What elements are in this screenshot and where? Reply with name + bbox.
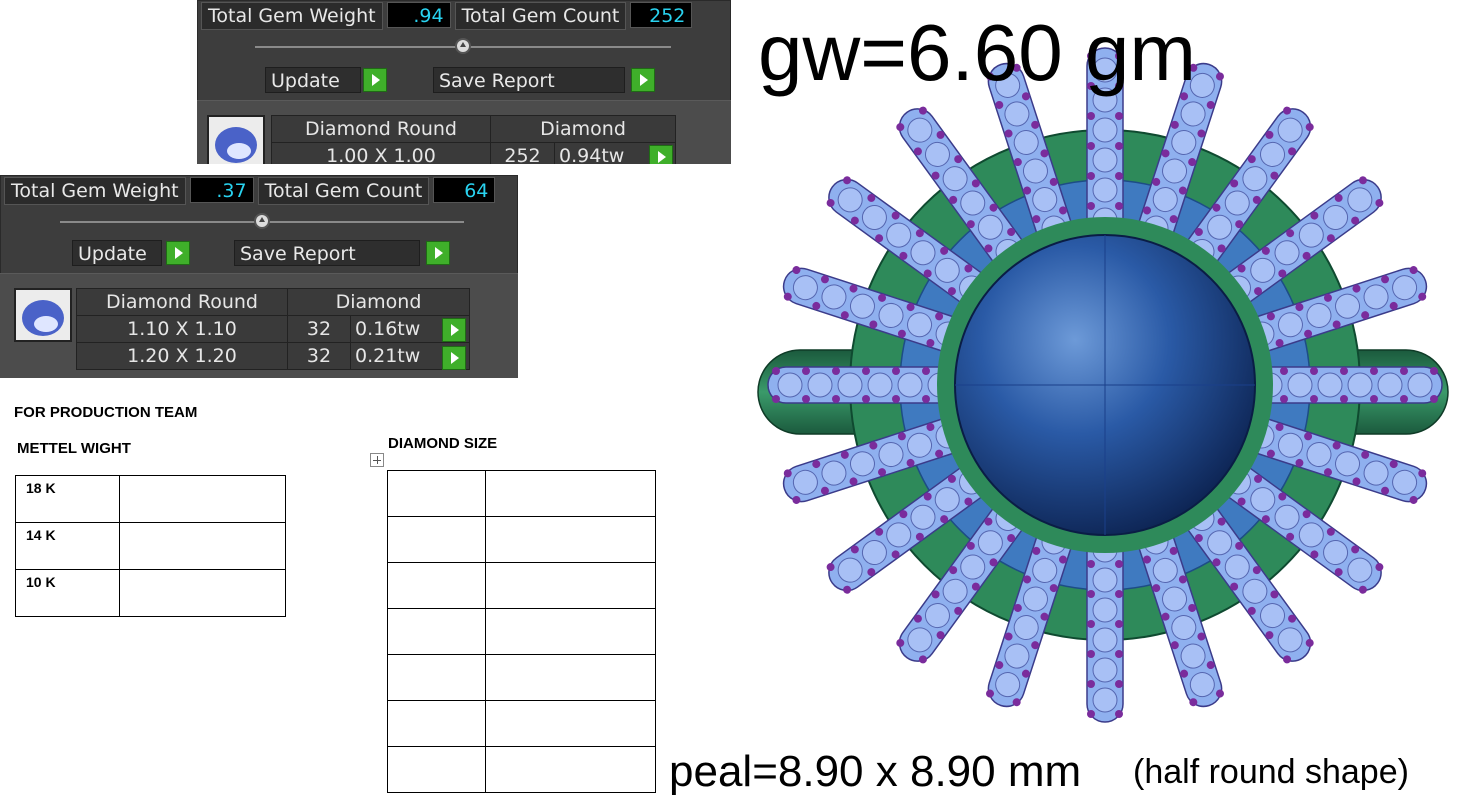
total-gem-weight-value[interactable]: .94	[386, 2, 451, 28]
stats-row: Total Gem Weight .37 Total Gem Count 64	[4, 177, 496, 205]
gem-list-area: Diamond Round Diamond 1.10 X 1.10 32 0.1…	[0, 273, 518, 378]
gem-list-area: Diamond Round Diamond 1.00 X 1.00 252 0.…	[197, 100, 731, 164]
gem-report-panel-top: Total Gem Weight .94 Total Gem Count 252…	[197, 0, 731, 164]
total-gem-weight-value[interactable]: .37	[189, 177, 254, 203]
table-cell[interactable]	[485, 654, 656, 701]
table-row	[387, 654, 656, 701]
gem-table: Diamond Round Diamond 1.10 X 1.10 32 0.1…	[76, 288, 470, 370]
gem-size-cell: 1.10 X 1.10	[76, 315, 288, 343]
gem-table: Diamond Round Diamond 1.00 X 1.00 252 0.…	[271, 115, 676, 164]
table-move-handle-icon[interactable]	[370, 453, 384, 467]
slider-handle[interactable]	[254, 213, 270, 229]
gem-material-header: Diamond	[490, 115, 676, 143]
metal-weight-table: 18 K 14 K 10 K	[15, 475, 286, 617]
diamond-size-table	[387, 470, 656, 793]
table-row	[387, 746, 656, 793]
round-gem-icon	[215, 127, 257, 163]
round-gem-icon	[22, 300, 64, 336]
table-row	[387, 700, 656, 747]
gem-report-panel-bottom: Total Gem Weight .37 Total Gem Count 64 …	[0, 175, 518, 378]
gem-count-cell: 32	[287, 315, 351, 343]
save-report-button[interactable]: Save Report	[433, 67, 625, 93]
table-cell[interactable]	[485, 608, 656, 655]
table-cell[interactable]	[387, 700, 486, 747]
table-row: 14 K	[15, 522, 286, 570]
pearl-size-note: peal=8.90 x 8.90 mm	[669, 747, 1082, 796]
table-cell[interactable]	[387, 654, 486, 701]
metal-karat-cell: 18 K	[15, 475, 120, 523]
total-gem-weight-label: Total Gem Weight	[4, 177, 186, 205]
metal-karat-cell: 10 K	[15, 569, 120, 617]
total-gem-weight-label: Total Gem Weight	[201, 2, 383, 30]
metal-weight-heading: METTEL WIGHT	[17, 440, 131, 457]
total-gem-count-value[interactable]: 252	[630, 2, 693, 28]
table-cell[interactable]	[485, 746, 656, 793]
total-gem-count-label: Total Gem Count	[454, 2, 627, 30]
table-row	[387, 470, 656, 517]
total-gem-count-label: Total Gem Count	[257, 177, 430, 205]
update-button[interactable]: Update	[265, 67, 361, 93]
diamond-spoke	[1086, 531, 1124, 723]
table-row	[387, 516, 656, 563]
metal-weight-cell[interactable]	[119, 569, 286, 617]
diamond-spoke	[1251, 366, 1443, 404]
gem-size-cell: 1.20 X 1.20	[76, 342, 288, 370]
table-row	[387, 608, 656, 655]
gem-count-cell: 252	[489, 142, 556, 164]
save-report-go-icon[interactable]	[631, 68, 655, 92]
stats-row: Total Gem Weight .94 Total Gem Count 252	[201, 2, 693, 30]
update-button[interactable]: Update	[72, 240, 162, 266]
shape-note: (half round shape)	[1133, 753, 1409, 791]
table-cell[interactable]	[387, 746, 486, 793]
gem-thumbnail[interactable]	[14, 288, 72, 342]
table-row: 10 K	[15, 569, 286, 617]
save-report-button[interactable]: Save Report	[234, 240, 420, 266]
update-go-icon[interactable]	[166, 241, 190, 265]
total-gem-count-value[interactable]: 64	[433, 177, 496, 203]
update-go-icon[interactable]	[363, 68, 387, 92]
ring-render-image	[757, 47, 1449, 723]
table-cell[interactable]	[387, 608, 486, 655]
row-go-icon[interactable]	[649, 145, 673, 164]
gem-count-cell: 32	[287, 342, 351, 370]
table-row[interactable]: 1.20 X 1.20 32 0.21tw	[76, 342, 470, 370]
table-cell[interactable]	[485, 470, 656, 517]
gross-weight-note: gw=6.60 gm	[758, 8, 1197, 97]
save-report-go-icon[interactable]	[426, 241, 450, 265]
table-row	[387, 562, 656, 609]
gem-weight-text: 0.94tw	[559, 145, 625, 164]
gem-type-header: Diamond Round	[271, 115, 491, 143]
row-go-icon[interactable]	[442, 346, 466, 370]
metal-weight-cell[interactable]	[119, 522, 286, 570]
table-cell[interactable]	[485, 516, 656, 563]
table-cell[interactable]	[485, 562, 656, 609]
table-row[interactable]: 1.10 X 1.10 32 0.16tw	[76, 315, 470, 343]
gem-weight-text: 0.21tw	[355, 345, 421, 367]
slider-handle[interactable]	[455, 38, 471, 54]
gem-material-header: Diamond	[287, 288, 470, 316]
table-row: 18 K	[15, 475, 286, 523]
metal-weight-cell[interactable]	[119, 475, 286, 523]
diamond-spoke	[767, 366, 959, 404]
table-cell[interactable]	[485, 700, 656, 747]
gem-thumbnail[interactable]	[207, 115, 265, 164]
table-cell[interactable]	[387, 562, 486, 609]
row-go-icon[interactable]	[442, 318, 466, 342]
metal-karat-cell: 14 K	[15, 522, 120, 570]
gem-weight-text: 0.16tw	[355, 318, 421, 340]
table-row[interactable]: 1.00 X 1.00 252 0.94tw	[271, 142, 676, 164]
gem-type-header: Diamond Round	[76, 288, 288, 316]
production-team-heading: FOR PRODUCTION TEAM	[14, 404, 198, 421]
table-cell[interactable]	[387, 470, 486, 517]
gem-size-cell: 1.00 X 1.00	[271, 142, 491, 164]
diamond-size-heading: DIAMOND SIZE	[388, 435, 498, 452]
table-cell[interactable]	[387, 516, 486, 563]
